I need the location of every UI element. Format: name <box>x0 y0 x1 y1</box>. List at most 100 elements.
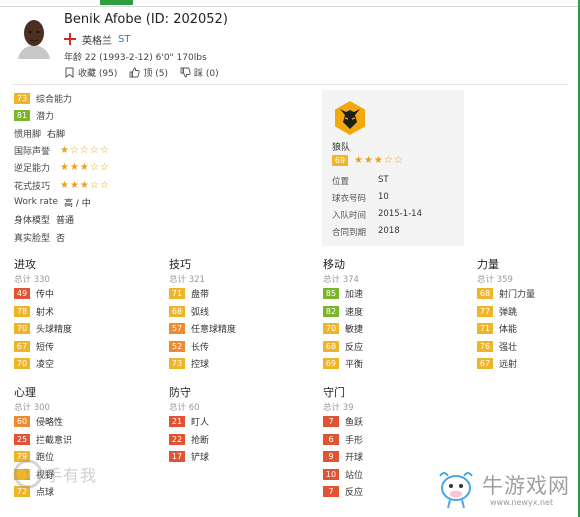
category-title: 力量 <box>477 258 499 271</box>
stat-row: 67 短传 <box>14 338 154 356</box>
club-row-label: 入队时间 <box>332 211 367 221</box>
category-skill: 技巧 总计 321 71 盘带 68 弧线 57 任意球精度 52 长传 73 控球 <box>169 256 309 373</box>
category-title: 防守 <box>169 386 191 399</box>
club-position-row: 位置 ST <box>332 175 389 187</box>
downvote-button[interactable]: 踩 (0) <box>180 66 219 79</box>
nation-name: 英格兰 <box>82 35 112 47</box>
category-total: 总计 60 <box>169 403 200 413</box>
watermark-left-text: 手有我 <box>46 466 98 485</box>
top-bar <box>0 0 580 7</box>
stat-value-badge: 6 <box>323 433 339 445</box>
stat-name: 短传 <box>36 342 55 353</box>
potential-badge: 81 <box>14 110 30 122</box>
category-total: 总计 321 <box>169 275 205 285</box>
info-potential: 81 潜力 <box>14 107 314 124</box>
stat-row: 71 体能 <box>477 320 580 338</box>
club-name[interactable]: 狼队 <box>332 140 350 153</box>
stat-name: 反应 <box>345 488 364 499</box>
stat-name: 速度 <box>345 307 364 318</box>
info-preferred-foot: 惯用脚 右脚 <box>14 125 314 142</box>
club-row-value: 10 <box>378 192 389 202</box>
stat-row: 70 敏捷 <box>323 320 463 338</box>
stat-row: 82 速度 <box>323 303 463 321</box>
stat-value-badge: 7 <box>323 486 339 498</box>
category-attack: 进攻 总计 330 49 传中 78 射术 70 头球精度 67 短传 70 凌空 <box>14 256 154 373</box>
upvote-label: 顶 (5) <box>143 69 168 79</box>
category-title: 进攻 <box>14 258 36 271</box>
club-card: 狼队 69 ★★★☆☆ 位置 ST 球衣号码 10 入队时间 2015-1-14… <box>322 90 464 246</box>
info-label: 逆足能力 <box>14 164 51 175</box>
watermark-logo-icon: 1 <box>13 459 43 489</box>
stat-name: 弧线 <box>191 307 210 318</box>
stat-name: 盘带 <box>191 290 210 301</box>
stat-row: 7 鱼跃 <box>323 413 463 431</box>
stat-name: 射门力量 <box>499 290 536 301</box>
club-joined-row: 入队时间 2015-1-14 <box>332 209 422 221</box>
info-skill-moves: 花式技巧 ★★★☆☆ <box>14 176 314 193</box>
info-body-type: 身体模型 普通 <box>14 211 314 228</box>
stat-value-badge: 10 <box>323 468 339 480</box>
club-row-label: 位置 <box>332 177 350 187</box>
bookmark-icon <box>65 67 74 78</box>
stat-name: 铲球 <box>191 453 210 464</box>
player-bio: 年龄 22 (1993-2-12) 6'0" 170lbs <box>64 53 207 63</box>
category-total: 总计 359 <box>477 275 513 285</box>
stat-name: 手形 <box>345 435 364 446</box>
category-title: 技巧 <box>169 258 191 271</box>
club-row-value: 2018 <box>378 226 400 236</box>
info-label: 国际声誉 <box>14 147 51 158</box>
stat-row: 52 长传 <box>169 338 309 356</box>
info-label: 综合能力 <box>36 95 73 106</box>
favorite-button[interactable]: 收藏 (95) <box>64 66 117 79</box>
stat-name: 加速 <box>345 290 364 301</box>
player-header: Benik Afobe (ID: 202052) 英格兰 ST 年龄 22 (1… <box>14 12 574 82</box>
downvote-label: 踩 (0) <box>193 69 219 79</box>
stat-row: 22 抢断 <box>169 431 309 449</box>
info-label: 真实脸型 <box>14 233 51 244</box>
stat-value-badge: 70 <box>14 323 30 335</box>
club-position-link[interactable]: ST <box>378 175 389 187</box>
info-work-rate: Work rate 高 / 中 <box>14 194 314 211</box>
stat-value-badge: 68 <box>169 305 185 317</box>
thumbs-up-icon <box>129 67 140 78</box>
stat-name: 抢断 <box>191 435 210 446</box>
stat-name: 射术 <box>36 307 55 318</box>
category-defending: 防守 总计 60 21 盯人 22 抢断 17 铲球 <box>169 384 309 466</box>
upvote-button[interactable]: 顶 (5) <box>129 66 168 79</box>
position-link[interactable]: ST <box>118 34 130 45</box>
star-rating-icon: ★☆☆☆☆ <box>60 145 110 157</box>
stat-value-badge: 22 <box>169 433 185 445</box>
header-divider <box>12 84 568 85</box>
stat-value-badge: 49 <box>14 288 30 300</box>
star-rating-icon: ★★★☆☆ <box>60 162 110 174</box>
info-real-face: 真实脸型 否 <box>14 228 314 245</box>
stat-value-badge: 52 <box>169 340 185 352</box>
stat-row: 68 射门力量 <box>477 285 580 303</box>
stat-row: 73 控球 <box>169 355 309 373</box>
info-label: Work rate <box>14 197 58 208</box>
svg-text:1: 1 <box>22 465 32 484</box>
stat-name: 传中 <box>36 290 55 301</box>
stat-value-badge: 9 <box>323 451 339 463</box>
club-kit-number-row: 球衣号码 10 <box>332 192 389 204</box>
info-value: 右脚 <box>47 129 66 140</box>
stat-value-badge: 60 <box>14 416 30 428</box>
category-power: 力量 总计 359 68 射门力量 77 弹跳 71 体能 76 强壮 67 远射 <box>477 256 580 373</box>
info-label: 花式技巧 <box>14 181 51 192</box>
info-label: 惯用脚 <box>14 129 42 140</box>
info-reputation: 国际声誉 ★☆☆☆☆ <box>14 142 314 159</box>
watermark-left: 1 手有我 <box>12 452 122 502</box>
stat-value-badge: 7 <box>323 416 339 428</box>
stat-name: 长传 <box>191 342 210 353</box>
stat-row: 77 弹跳 <box>477 303 580 321</box>
club-row-label: 球衣号码 <box>332 194 367 204</box>
stat-row: 6 手形 <box>323 431 463 449</box>
stat-name: 任意球精度 <box>191 325 237 336</box>
stat-value-badge: 67 <box>477 358 493 370</box>
wolves-crest-icon[interactable] <box>332 100 368 136</box>
info-overall: 73 综合能力 <box>14 90 314 107</box>
info-label: 身体模型 <box>14 216 51 227</box>
nation-row: 英格兰 ST <box>64 32 130 47</box>
star-rating-icon: ★★★☆☆ <box>354 155 404 166</box>
stat-name: 鱼跃 <box>345 418 364 429</box>
